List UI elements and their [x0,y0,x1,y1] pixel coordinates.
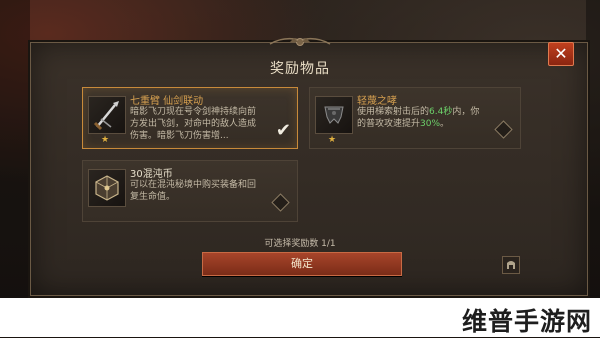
selection-count: 可选择奖励数 1/1 [264,239,336,249]
confirm-button[interactable]: 确定 [202,252,402,276]
rarity-star-icon: ★ [101,135,110,145]
reward-name: 七重臂 仙剑联动 [130,96,204,107]
reward-description: 暗影飞刀现在号令剑神持续向前方发出飞剑，对命中的敌人造成伤害。暗影飞刀伤害增..… [130,107,257,141]
rarity-star-icon: ★ [328,135,337,145]
checkmark-icon: ✔ [275,120,291,141]
chaos-coin-icon [88,169,126,207]
reward-card-3[interactable]: 30混沌币 可以在混沌秘境中购买装备和回复生命值。 [82,160,298,222]
reward-description: 使用梯索射击后的6.4秒内，你的普攻攻速提升30%。 [357,107,480,129]
highlight-value: 30% [420,119,441,129]
reward-description: 可以在混沌秘境中购买装备和回复生命值。 [130,180,257,202]
select-diamond-icon[interactable] [494,120,513,139]
dialog-title: 奖励物品 [270,61,330,77]
select-diamond-icon[interactable] [271,193,290,212]
armor-icon [315,96,353,134]
highlight-value: 6.4秒 [429,107,453,117]
background-pillar-right [586,0,600,300]
helmet-icon[interactable] [502,256,520,274]
reward-name: 轻蔑之哮 [357,96,397,107]
site-watermark: 维普手游网 [461,307,592,336]
title-ornament-icon [269,37,331,46]
reward-name: 30混沌币 [130,169,173,180]
reward-card-2[interactable]: ★ 轻蔑之哮 使用梯索射击后的6.4秒内，你的普攻攻速提升30%。 [309,87,521,149]
background-pillar-left [0,0,30,300]
close-button[interactable]: ✕ [548,42,574,66]
reward-card-1[interactable]: ★ 七重臂 仙剑联动 暗影飞刀现在号令剑神持续向前方发出飞剑，对命中的敌人造成伤… [82,87,298,149]
dagger-icon [88,96,126,134]
